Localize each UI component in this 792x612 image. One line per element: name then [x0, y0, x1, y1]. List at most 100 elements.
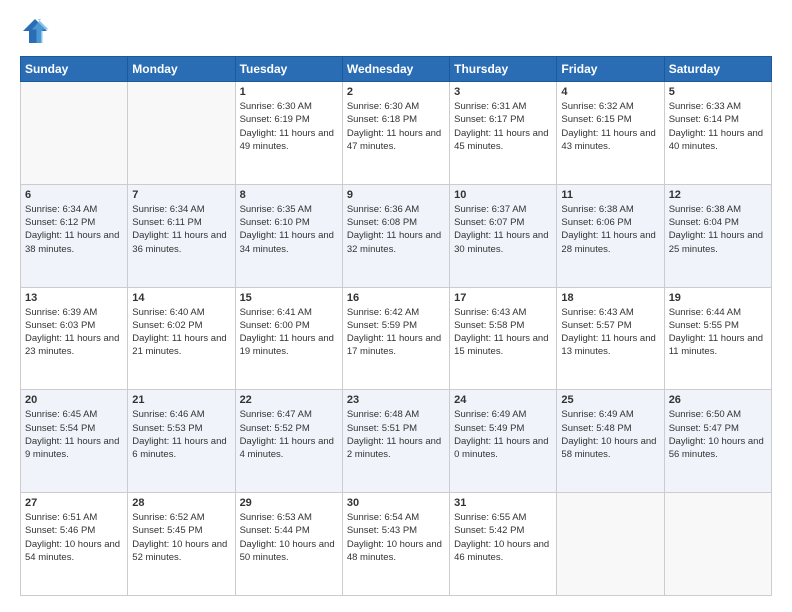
day-number: 1	[240, 86, 338, 98]
day-number: 21	[132, 394, 230, 406]
calendar-cell	[557, 493, 664, 596]
day-info: Sunrise: 6:30 AM Sunset: 6:19 PM Dayligh…	[240, 100, 338, 153]
day-info: Sunrise: 6:45 AM Sunset: 5:54 PM Dayligh…	[25, 408, 123, 461]
calendar-cell: 30 Sunrise: 6:54 AM Sunset: 5:43 PM Dayli…	[342, 493, 449, 596]
day-number: 14	[132, 292, 230, 304]
calendar-cell: 26 Sunrise: 6:50 AM Sunset: 5:47 PM Dayli…	[664, 390, 771, 493]
weekday-header-monday: Monday	[128, 57, 235, 82]
calendar-header: SundayMondayTuesdayWednesdayThursdayFrid…	[21, 57, 772, 82]
calendar-cell: 14 Sunrise: 6:40 AM Sunset: 6:02 PM Dayli…	[128, 287, 235, 390]
calendar-week-row: 20 Sunrise: 6:45 AM Sunset: 5:54 PM Dayli…	[21, 390, 772, 493]
day-number: 23	[347, 394, 445, 406]
logo	[20, 16, 54, 46]
day-info: Sunrise: 6:41 AM Sunset: 6:00 PM Dayligh…	[240, 306, 338, 359]
calendar-cell: 21 Sunrise: 6:46 AM Sunset: 5:53 PM Dayli…	[128, 390, 235, 493]
calendar-cell: 9 Sunrise: 6:36 AM Sunset: 6:08 PM Daylig…	[342, 184, 449, 287]
calendar-cell: 16 Sunrise: 6:42 AM Sunset: 5:59 PM Dayli…	[342, 287, 449, 390]
day-info: Sunrise: 6:39 AM Sunset: 6:03 PM Dayligh…	[25, 306, 123, 359]
calendar-cell: 3 Sunrise: 6:31 AM Sunset: 6:17 PM Daylig…	[450, 82, 557, 185]
day-info: Sunrise: 6:34 AM Sunset: 6:12 PM Dayligh…	[25, 203, 123, 256]
calendar-cell: 1 Sunrise: 6:30 AM Sunset: 6:19 PM Daylig…	[235, 82, 342, 185]
day-info: Sunrise: 6:35 AM Sunset: 6:10 PM Dayligh…	[240, 203, 338, 256]
calendar-cell	[128, 82, 235, 185]
day-number: 24	[454, 394, 552, 406]
day-number: 3	[454, 86, 552, 98]
calendar-week-row: 1 Sunrise: 6:30 AM Sunset: 6:19 PM Daylig…	[21, 82, 772, 185]
weekday-header-thursday: Thursday	[450, 57, 557, 82]
day-number: 18	[561, 292, 659, 304]
calendar-table: SundayMondayTuesdayWednesdayThursdayFrid…	[20, 56, 772, 596]
day-number: 31	[454, 497, 552, 509]
day-info: Sunrise: 6:47 AM Sunset: 5:52 PM Dayligh…	[240, 408, 338, 461]
day-number: 30	[347, 497, 445, 509]
day-info: Sunrise: 6:44 AM Sunset: 5:55 PM Dayligh…	[669, 306, 767, 359]
day-number: 19	[669, 292, 767, 304]
day-info: Sunrise: 6:37 AM Sunset: 6:07 PM Dayligh…	[454, 203, 552, 256]
day-number: 27	[25, 497, 123, 509]
calendar-body: 1 Sunrise: 6:30 AM Sunset: 6:19 PM Daylig…	[21, 82, 772, 596]
calendar-cell: 27Sunrise: 6:51 AM Sunset: 5:46 PM Dayli…	[21, 493, 128, 596]
day-info: Sunrise: 6:43 AM Sunset: 5:57 PM Dayligh…	[561, 306, 659, 359]
day-info: Sunrise: 6:46 AM Sunset: 5:53 PM Dayligh…	[132, 408, 230, 461]
day-number: 20	[25, 394, 123, 406]
day-info: Sunrise: 6:55 AM Sunset: 5:42 PM Dayligh…	[454, 511, 552, 564]
day-number: 10	[454, 189, 552, 201]
calendar-week-row: 13 Sunrise: 6:39 AM Sunset: 6:03 PM Dayli…	[21, 287, 772, 390]
day-info: Sunrise: 6:42 AM Sunset: 5:59 PM Dayligh…	[347, 306, 445, 359]
day-number: 13	[25, 292, 123, 304]
header	[20, 16, 772, 46]
calendar-week-row: 27Sunrise: 6:51 AM Sunset: 5:46 PM Dayli…	[21, 493, 772, 596]
day-info: Sunrise: 6:38 AM Sunset: 6:04 PM Dayligh…	[669, 203, 767, 256]
day-number: 28	[132, 497, 230, 509]
calendar-cell: 10 Sunrise: 6:37 AM Sunset: 6:07 PM Dayli…	[450, 184, 557, 287]
calendar-cell: 25Sunrise: 6:49 AM Sunset: 5:48 PM Dayli…	[557, 390, 664, 493]
calendar-cell: 8 Sunrise: 6:35 AM Sunset: 6:10 PM Daylig…	[235, 184, 342, 287]
weekday-header-tuesday: Tuesday	[235, 57, 342, 82]
day-info: Sunrise: 6:50 AM Sunset: 5:47 PM Dayligh…	[669, 408, 767, 461]
calendar-cell: 13 Sunrise: 6:39 AM Sunset: 6:03 PM Dayli…	[21, 287, 128, 390]
calendar-cell: 5 Sunrise: 6:33 AM Sunset: 6:14 PM Daylig…	[664, 82, 771, 185]
calendar-cell: 11 Sunrise: 6:38 AM Sunset: 6:06 PM Dayli…	[557, 184, 664, 287]
day-info: Sunrise: 6:38 AM Sunset: 6:06 PM Dayligh…	[561, 203, 659, 256]
day-info: Sunrise: 6:52 AM Sunset: 5:45 PM Dayligh…	[132, 511, 230, 564]
day-info: Sunrise: 6:31 AM Sunset: 6:17 PM Dayligh…	[454, 100, 552, 153]
day-info: Sunrise: 6:34 AM Sunset: 6:11 PM Dayligh…	[132, 203, 230, 256]
day-number: 6	[25, 189, 123, 201]
day-info: Sunrise: 6:40 AM Sunset: 6:02 PM Dayligh…	[132, 306, 230, 359]
day-number: 8	[240, 189, 338, 201]
day-number: 2	[347, 86, 445, 98]
day-info: Sunrise: 6:30 AM Sunset: 6:18 PM Dayligh…	[347, 100, 445, 153]
day-number: 5	[669, 86, 767, 98]
calendar-cell	[21, 82, 128, 185]
day-number: 25	[561, 394, 659, 406]
calendar-cell: 31 Sunrise: 6:55 AM Sunset: 5:42 PM Dayli…	[450, 493, 557, 596]
calendar-cell: 28 Sunrise: 6:52 AM Sunset: 5:45 PM Dayli…	[128, 493, 235, 596]
calendar-cell: 23Sunrise: 6:48 AM Sunset: 5:51 PM Dayli…	[342, 390, 449, 493]
calendar-cell: 29Sunrise: 6:53 AM Sunset: 5:44 PM Dayli…	[235, 493, 342, 596]
weekday-header-sunday: Sunday	[21, 57, 128, 82]
day-number: 26	[669, 394, 767, 406]
calendar-cell: 20 Sunrise: 6:45 AM Sunset: 5:54 PM Dayli…	[21, 390, 128, 493]
day-number: 11	[561, 189, 659, 201]
day-number: 22	[240, 394, 338, 406]
day-number: 17	[454, 292, 552, 304]
calendar-cell	[664, 493, 771, 596]
day-number: 15	[240, 292, 338, 304]
day-number: 4	[561, 86, 659, 98]
day-number: 9	[347, 189, 445, 201]
day-info: Sunrise: 6:33 AM Sunset: 6:14 PM Dayligh…	[669, 100, 767, 153]
calendar-cell: 2 Sunrise: 6:30 AM Sunset: 6:18 PM Daylig…	[342, 82, 449, 185]
day-info: Sunrise: 6:43 AM Sunset: 5:58 PM Dayligh…	[454, 306, 552, 359]
weekday-header-wednesday: Wednesday	[342, 57, 449, 82]
weekday-header-row: SundayMondayTuesdayWednesdayThursdayFrid…	[21, 57, 772, 82]
day-info: Sunrise: 6:54 AM Sunset: 5:43 PM Dayligh…	[347, 511, 445, 564]
day-info: Sunrise: 6:49 AM Sunset: 5:49 PM Dayligh…	[454, 408, 552, 461]
calendar-cell: 18 Sunrise: 6:43 AM Sunset: 5:57 PM Dayli…	[557, 287, 664, 390]
day-number: 16	[347, 292, 445, 304]
calendar-week-row: 6 Sunrise: 6:34 AM Sunset: 6:12 PM Daylig…	[21, 184, 772, 287]
day-info: Sunrise: 6:53 AM Sunset: 5:44 PM Dayligh…	[240, 511, 338, 564]
calendar-cell: 12Sunrise: 6:38 AM Sunset: 6:04 PM Dayli…	[664, 184, 771, 287]
day-info: Sunrise: 6:36 AM Sunset: 6:08 PM Dayligh…	[347, 203, 445, 256]
logo-icon	[20, 16, 50, 46]
calendar-cell: 6 Sunrise: 6:34 AM Sunset: 6:12 PM Daylig…	[21, 184, 128, 287]
